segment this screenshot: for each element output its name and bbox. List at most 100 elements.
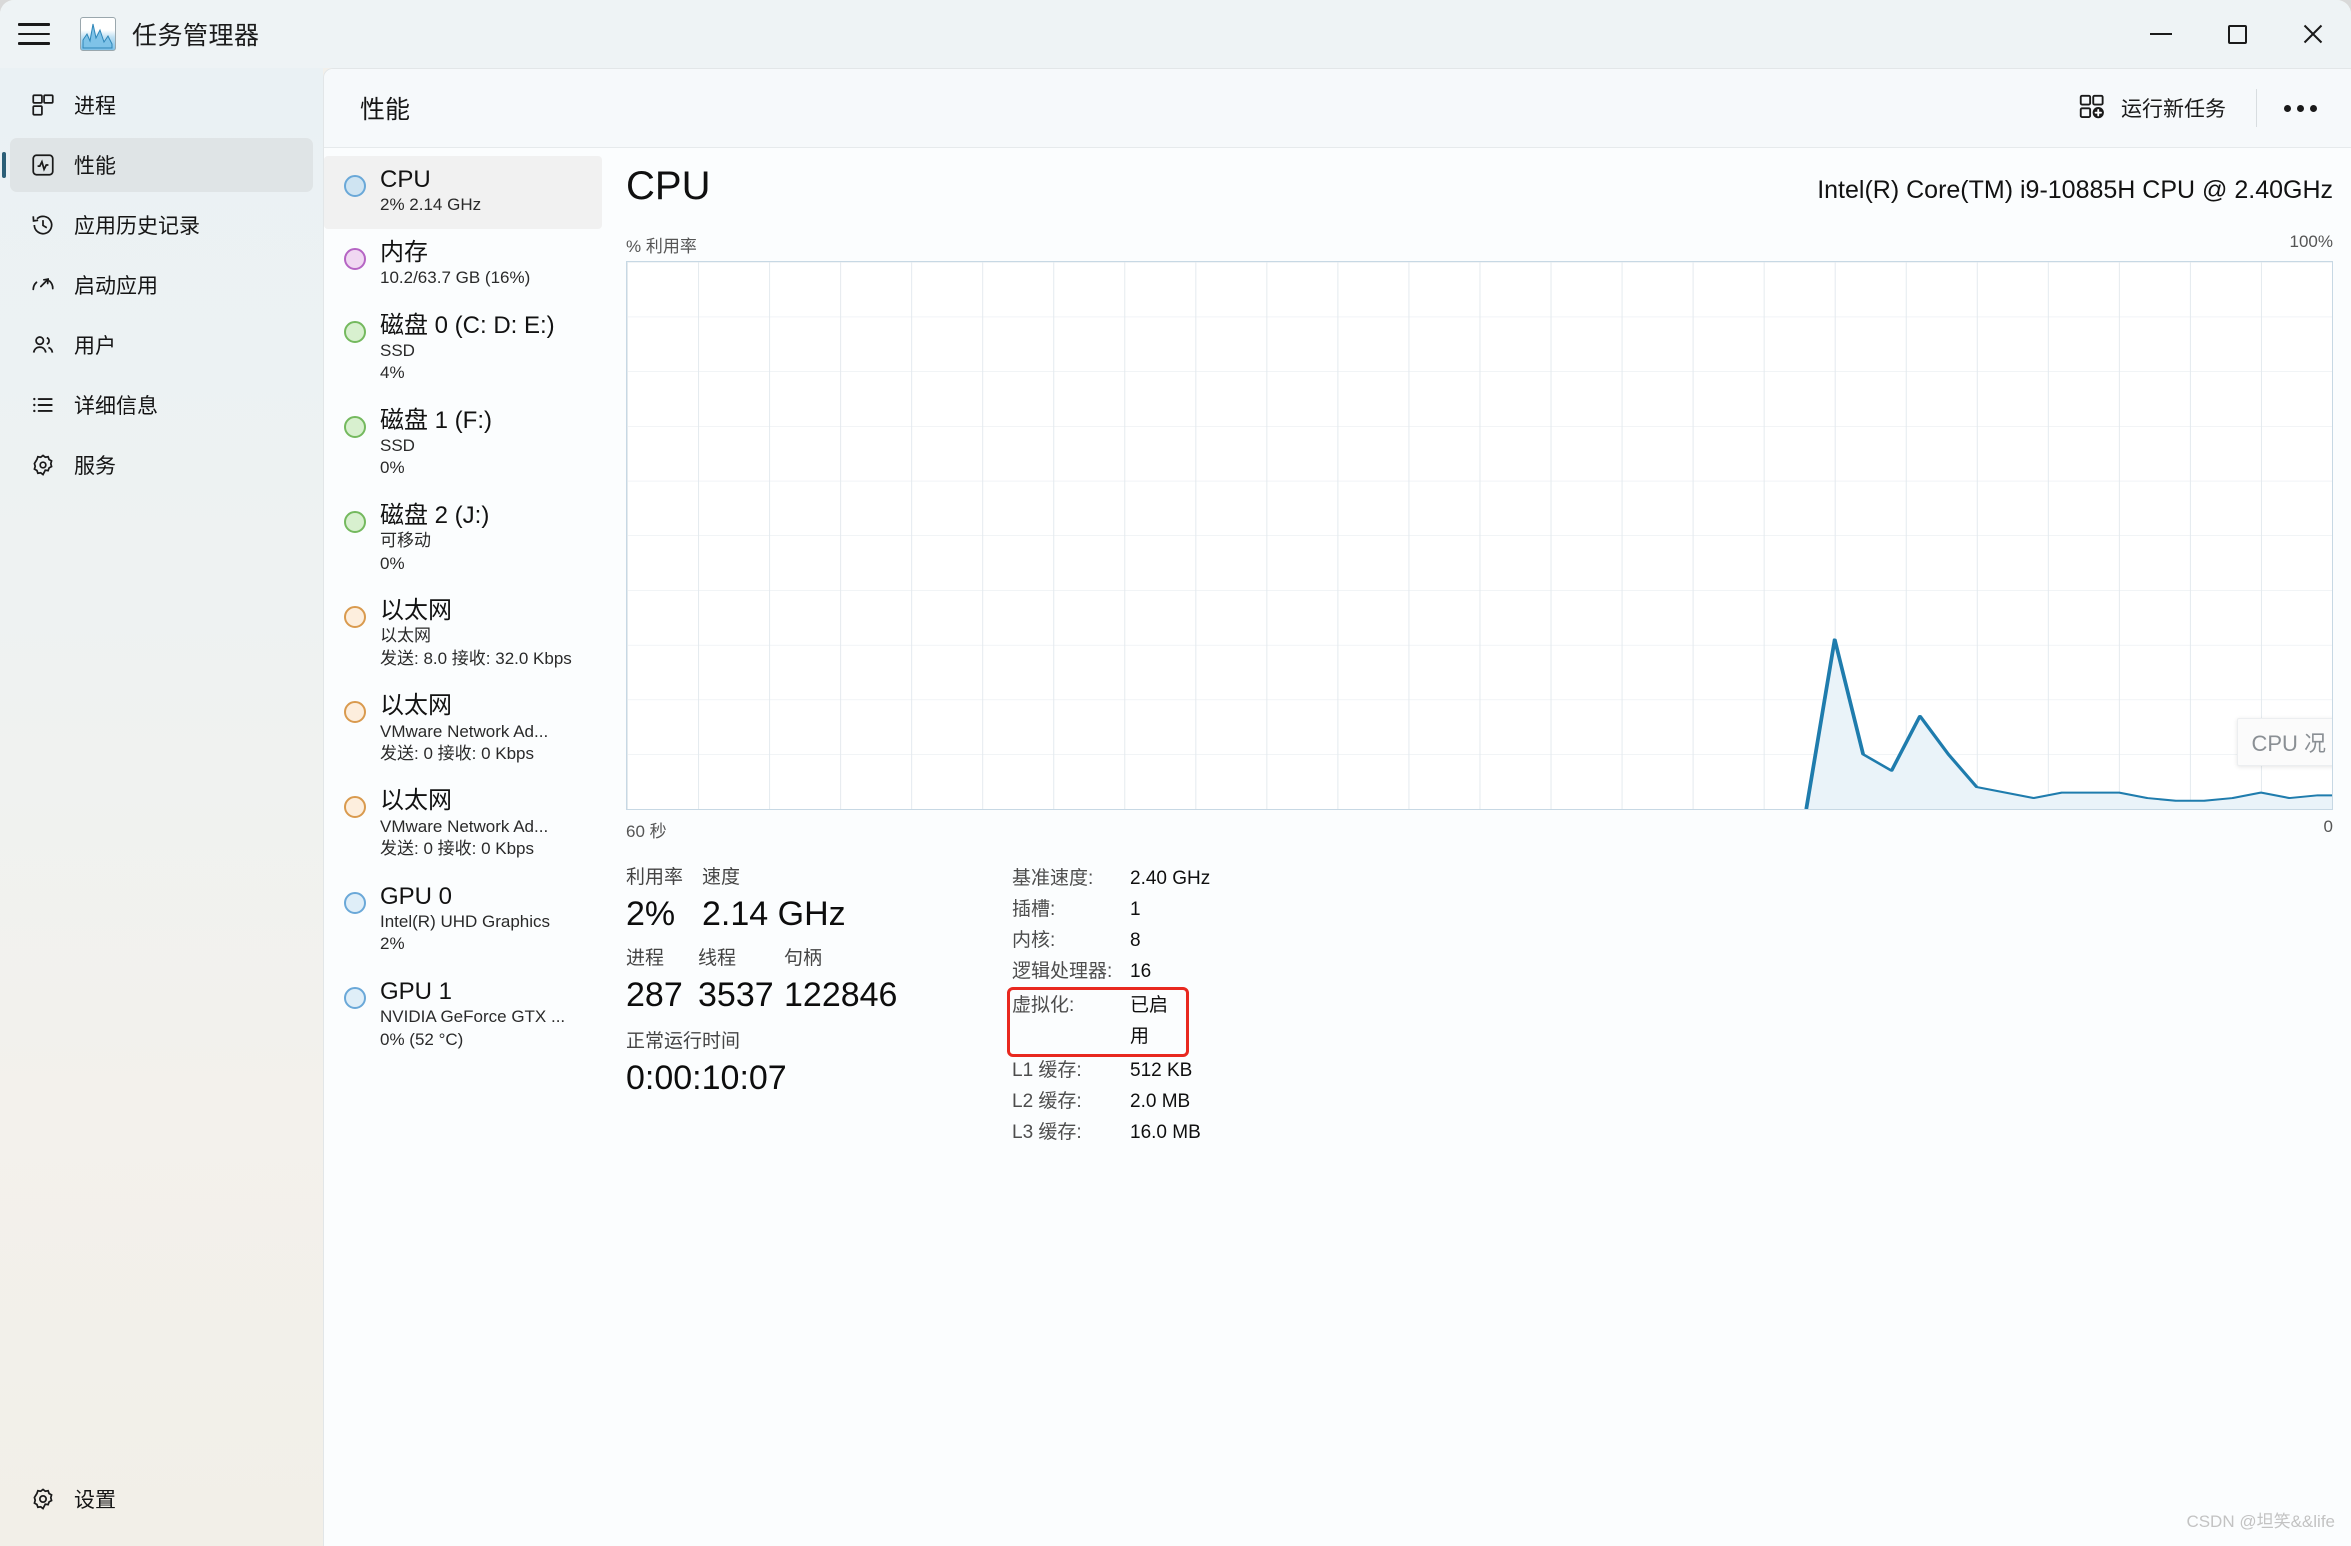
y-axis-label: % 利用率 [626,237,697,256]
processes-icon [22,92,64,118]
sidebar-item-services[interactable]: 服务 [10,438,313,492]
perf-item-name: GPU 1 [380,977,453,1005]
spec-value: 16 [1130,960,1152,982]
perf-item-sub: 0% [380,458,405,478]
app-title: 任务管理器 [132,22,260,50]
stat-speed: 速度 2.14 GHz [702,864,846,935]
cpu-usage-graph[interactable]: CPU 况 [626,261,2333,810]
spec-l3-cache: L3 缓存: 16.0 MB [1012,1118,2333,1149]
sidebar-item-label: 性能 [74,155,116,178]
perf-item-text: 以太网 VMware Network Ad... 发送: 0 接收: 0 Kbp… [380,787,548,860]
perf-item-text: 磁盘 0 (C: D: E:) SSD 4% [380,312,555,385]
graph-gridlines [627,262,2332,809]
perf-item-sub: 发送: 0 接收: 0 Kbps [380,839,534,859]
perf-item-sub: 0% [380,553,405,573]
spec-value: 2.0 MB [1130,1090,1191,1112]
stat-uptime: 正常运行时间 0:00:10:07 [626,1028,787,1099]
detail-header: CPU Intel(R) Core(TM) i9-10885H CPU @ 2.… [626,166,2333,206]
spec-virtualization: 虚拟化: 已启用 [1007,986,1189,1057]
performance-panes: CPU 2% 2.14 GHz 内存 10.2/63.7 GB (16%) 磁盘… [324,148,2351,1546]
perf-item-sub: 可移动 [380,531,431,551]
sidebar-item-label: 服务 [74,455,116,478]
stat-label: 线程 [698,948,737,969]
status-dot [344,247,366,270]
spec-l1-cache: L1 缓存: 512 KB [1012,1056,2333,1087]
sidebar-item-performance[interactable]: 性能 [2,138,313,192]
perf-item-sub: 发送: 8.0 接收: 32.0 Kbps [380,648,572,668]
sidebar-item-startup-apps[interactable]: 启动应用 [10,258,313,312]
hamburger-menu-icon[interactable] [0,0,68,68]
perf-item-sub: NVIDIA GeForce GTX ... [380,1007,566,1027]
sidebar-item-users[interactable]: 用户 [10,318,313,372]
minimize-icon [2150,33,2172,35]
gear-icon [22,1486,64,1512]
history-icon [22,212,64,238]
perf-item-name: 磁盘 1 (F:) [380,406,492,434]
spec-sockets: 插槽: 1 [1012,895,2333,926]
perf-item-sub: SSD [380,436,415,455]
perf-item-disk-0[interactable]: 磁盘 0 (C: D: E:) SSD 4% [324,302,602,397]
spec-key: 内核: [1012,929,1056,951]
sidebar-item-processes[interactable]: 进程 [10,78,313,132]
stats-row-3: 正常运行时间 0:00:10:07 [626,1028,1008,1099]
perf-item-gpu-0[interactable]: GPU 0 Intel(R) UHD Graphics 2% [324,873,602,968]
cpu-spec-list: 基准速度: 2.40 GHz 插槽: 1 内核: 8 逻辑处理器: 16 虚拟化… [1007,864,2333,1149]
stat-value: 2% [626,894,676,933]
perf-item-name: 以太网 [380,597,452,625]
perf-item-gpu-1[interactable]: GPU 1 NVIDIA GeForce GTX ... 0% (52 °C) [324,968,602,1063]
stat-handles: 句柄 122846 [784,945,897,1016]
perf-item-ethernet-3[interactable]: 以太网 VMware Network Ad... 发送: 0 接收: 0 Kbp… [324,777,602,872]
sidebar-item-label: 用户 [74,335,116,358]
stats-row-1: 利用率 2% 速度 2.14 GHz [626,864,1008,935]
perf-item-sub: 0% (52 °C) [380,1029,464,1049]
perf-item-disk-1[interactable]: 磁盘 1 (F:) SSD 0% [324,397,602,492]
stat-value: 122846 [784,975,898,1014]
stat-label: 正常运行时间 [626,1031,741,1052]
spec-value: 512 KB [1130,1059,1193,1081]
stats-row-2: 进程 287 线程 3537 句柄 122846 [626,945,1008,1016]
perf-item-text: GPU 1 NVIDIA GeForce GTX ... 0% (52 °C) [380,978,565,1051]
perf-item-text: 以太网 以太网 发送: 8.0 接收: 32.0 Kbps [380,597,572,670]
details-icon [22,392,64,418]
close-button[interactable] [2275,0,2351,68]
status-dot [344,986,366,1009]
detail-title: CPU [626,164,711,208]
stat-label: 句柄 [784,948,823,969]
header-divider [2256,89,2257,127]
perf-item-cpu[interactable]: CPU 2% 2.14 GHz [324,156,602,229]
performance-icon [22,152,64,178]
stat-label: 进程 [626,948,665,969]
sidebar-item-details[interactable]: 详细信息 [10,378,313,432]
spec-value: 1 [1130,898,1141,920]
window-body: 进程 性能 应用历史记录 启动应用 用户 详细信息 服务 设置 性能 运行新任务… [0,68,2351,1546]
spec-logical-processors: 逻辑处理器: 16 [1012,957,2333,988]
perf-item-name: 以太网 [380,692,452,720]
perf-item-text: CPU 2% 2.14 GHz [380,166,481,217]
stat-value: 287 [626,975,683,1014]
sidebar-item-app-history[interactable]: 应用历史记录 [10,198,313,252]
startup-icon [22,272,64,298]
cpu-stats: 利用率 2% 速度 2.14 GHz 进程 287 线程 3537 句柄 122… [626,864,2333,1149]
sidebar-item-label: 应用历史记录 [74,215,200,238]
perf-item-sub: VMware Network Ad... [380,816,549,836]
status-dot [344,320,366,343]
sidebar-item-label: 详细信息 [74,395,158,418]
status-dot [344,606,366,629]
spec-value: 16.0 MB [1130,1121,1201,1143]
perf-item-disk-2[interactable]: 磁盘 2 (J:) 可移动 0% [324,492,602,587]
minimize-button[interactable] [2123,0,2199,68]
more-options-button[interactable] [2271,85,2329,131]
maximize-button[interactable] [2199,0,2275,68]
watermark: CSDN @坦笑&&life [2186,1512,2335,1531]
x-axis-right-label: 0 [2323,817,2333,836]
perf-item-ethernet-1[interactable]: 以太网 以太网 发送: 8.0 接收: 32.0 Kbps [324,587,602,682]
status-dot [344,701,366,724]
performance-resource-list[interactable]: CPU 2% 2.14 GHz 内存 10.2/63.7 GB (16%) 磁盘… [324,148,602,1546]
status-dot [344,796,366,819]
run-new-task-button[interactable]: 运行新任务 [2061,82,2242,135]
perf-item-memory[interactable]: 内存 10.2/63.7 GB (16%) [324,229,602,302]
perf-item-ethernet-2[interactable]: 以太网 VMware Network Ad... 发送: 0 接收: 0 Kbp… [324,682,602,777]
content-header: 性能 运行新任务 [324,69,2351,148]
sidebar-item-settings[interactable]: 设置 [10,1472,313,1526]
